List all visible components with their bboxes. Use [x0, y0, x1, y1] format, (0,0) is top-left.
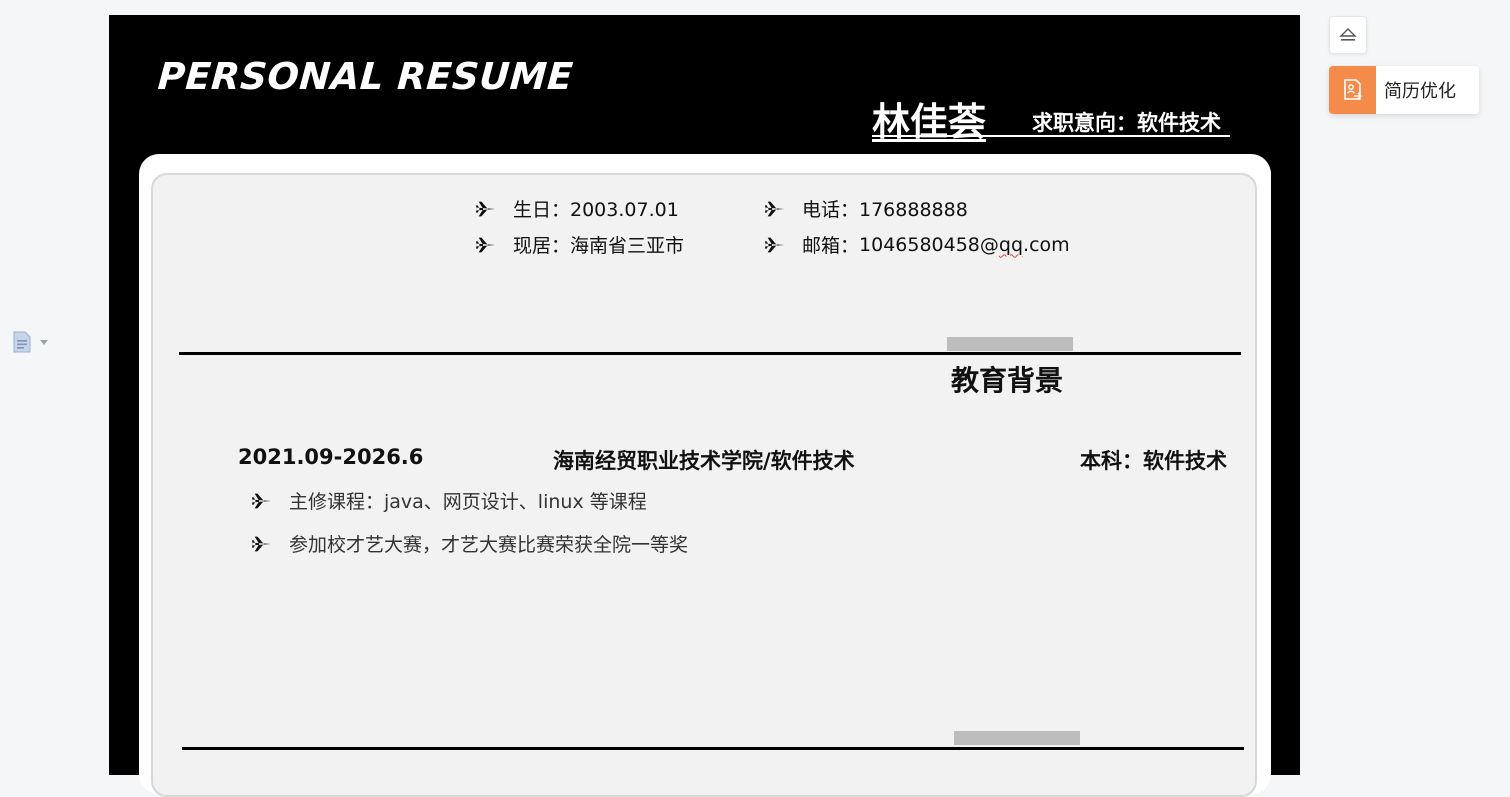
education-degree: 本科：软件技术 — [1080, 449, 1227, 473]
phone-item: 电话：176888888 — [764, 195, 968, 222]
email-tail: .com — [1023, 233, 1070, 256]
resume-optimize-button[interactable]: 简历优化 — [1329, 66, 1479, 114]
section-marker — [947, 337, 1073, 351]
document-icon — [13, 331, 31, 353]
section-divider — [182, 747, 1244, 750]
email-main: 1046580458@ — [859, 233, 999, 256]
education-bullet: 主修课程：java、网页设计、linux 等课程 — [251, 487, 647, 514]
education-bullet: 参加校才艺大赛，才艺大赛比赛荣获全院一等奖 — [251, 530, 688, 557]
education-school: 海南经贸职业技术学院/软件技术 — [553, 449, 855, 473]
collapse-button[interactable] — [1329, 16, 1367, 54]
residence-text: 现居：海南省三亚市 — [513, 235, 685, 257]
job-intent: 求职意向：软件技术 — [1032, 111, 1221, 135]
name-header: 林佳荟 求职意向：软件技术 — [872, 91, 1230, 144]
resume-optimize-label: 简历优化 — [1384, 81, 1456, 102]
content-card-inner: 生日：2003.07.01 电话：176888888 现居：海南省三亚市 邮箱：… — [151, 173, 1257, 797]
email-item: 邮箱： 1046580458@ qq .com — [764, 231, 1070, 258]
resume-page: PERSONAL RESUME 林佳荟 求职意向：软件技术 生日：2003.07… — [109, 15, 1300, 797]
plane-icon — [764, 234, 786, 256]
plane-icon — [475, 234, 497, 256]
section-marker — [954, 731, 1080, 745]
plane-icon — [251, 490, 273, 512]
resume-title: PERSONAL RESUME — [156, 55, 575, 98]
education-section-title: 教育背景 — [951, 364, 1064, 397]
email-domain: qq — [998, 233, 1024, 256]
plane-icon — [251, 533, 273, 555]
bullet-text: 主修课程：java、网页设计、linux 等课程 — [289, 491, 647, 513]
section-divider — [179, 352, 1241, 355]
chevron-down-icon — [40, 339, 48, 345]
candidate-name: 林佳荟 — [872, 100, 987, 144]
resume-optimize-icon — [1329, 66, 1376, 114]
plane-icon — [475, 198, 497, 220]
education-period: 2021.09-2026.6 — [238, 445, 424, 469]
residence-item: 现居：海南省三亚市 — [475, 231, 684, 258]
content-card: 生日：2003.07.01 电话：176888888 现居：海南省三亚市 邮箱：… — [139, 154, 1271, 797]
birthday-item: 生日：2003.07.01 — [475, 195, 679, 222]
email-label: 邮箱： — [802, 235, 860, 257]
bullet-text: 参加校才艺大赛，才艺大赛比赛荣获全院一等奖 — [289, 534, 689, 556]
phone-text: 电话：176888888 — [802, 199, 968, 221]
document-menu[interactable] — [12, 331, 48, 353]
birthday-text: 生日：2003.07.01 — [513, 199, 679, 221]
eject-icon — [1339, 28, 1357, 41]
plane-icon — [764, 198, 786, 220]
